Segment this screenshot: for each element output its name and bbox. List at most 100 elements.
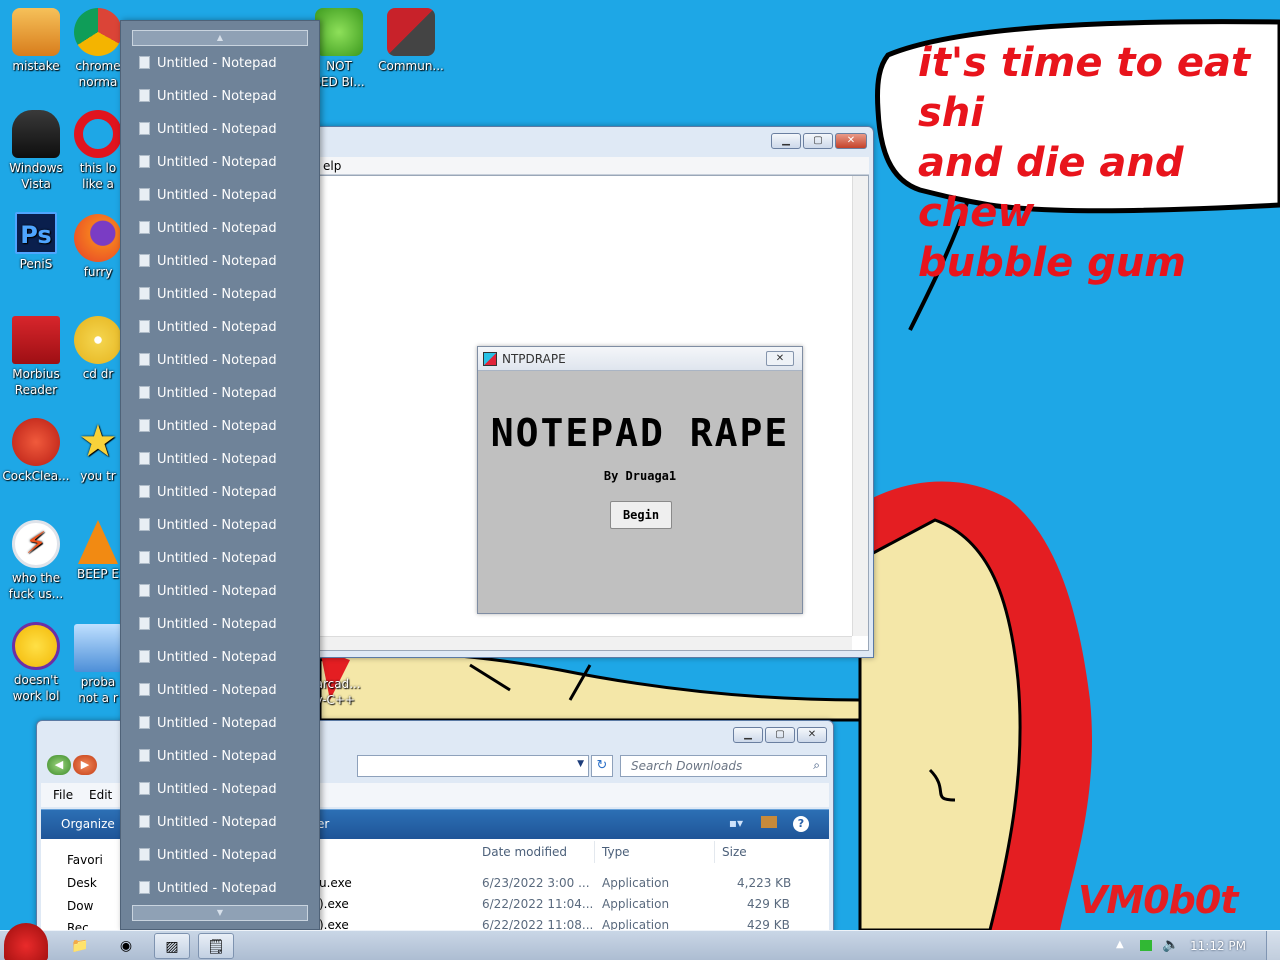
window-list-item-label: Untitled - Notepad	[157, 650, 277, 665]
window-list-item[interactable]: Untitled - Notepad	[139, 515, 277, 537]
window-list-item[interactable]: Untitled - Notepad	[139, 548, 277, 570]
window-list-item[interactable]: Untitled - Notepad	[139, 647, 277, 669]
desktop-icon-installer[interactable]: proba not a r	[68, 624, 128, 706]
window-list-item-label: Untitled - Notepad	[157, 155, 277, 170]
window-list-item[interactable]: Untitled - Notepad	[139, 581, 277, 603]
column-header-type[interactable]: Type	[602, 845, 630, 859]
desktop-icon-star[interactable]: ★ you tr	[68, 418, 128, 484]
window-list-item[interactable]: Untitled - Notepad	[139, 383, 277, 405]
ntpdrape-icon[interactable]: ▨	[154, 933, 190, 959]
desktop-icon-chrome[interactable]: chrome norma	[68, 8, 128, 90]
menu-file[interactable]: File	[53, 788, 73, 802]
notepad-icon[interactable]: 🗒	[198, 933, 234, 959]
yahoo-messenger-icon	[12, 622, 60, 670]
file-row[interactable]: u.exe 6/23/2022 3:00 ... Application 4,2…	[319, 873, 829, 893]
window-list-item[interactable]: Untitled - Notepad	[139, 614, 277, 636]
window-list-item[interactable]: Untitled - Notepad	[139, 746, 277, 768]
firefox-icon	[74, 214, 122, 262]
tree-item-desktop[interactable]: Desk	[67, 876, 97, 890]
window-list-item[interactable]: Untitled - Notepad	[139, 53, 277, 75]
window-list-item[interactable]: Untitled - Notepad	[139, 416, 277, 438]
refresh-icon[interactable]: ↻	[591, 755, 613, 777]
organize-button[interactable]: Organize	[61, 817, 115, 831]
desktop-icon-firefox[interactable]: furry	[68, 214, 128, 280]
desktop-icon-lightning[interactable]: ⚡ who the fuck us...	[0, 520, 72, 602]
desktop-icon-ccleaner[interactable]: CockClea...	[0, 418, 72, 484]
forward-button[interactable]: ▶	[73, 755, 97, 775]
column-header-date[interactable]: Date modified	[482, 845, 567, 859]
window-list-item[interactable]: Untitled - Notepad	[139, 350, 277, 372]
angry-bird-start-icon[interactable]	[4, 923, 48, 960]
volume-icon[interactable]: 🔈	[1162, 937, 1179, 953]
desktop-icon-yahoo[interactable]: doesn't work lol	[0, 622, 72, 704]
close-button[interactable]: ✕	[766, 351, 794, 366]
maximize-button[interactable]: ▢	[803, 133, 833, 149]
window-list-item-label: Untitled - Notepad	[157, 749, 277, 764]
file-row[interactable]: ).exe 6/22/2022 11:04... Application 429…	[319, 894, 829, 914]
scroll-down-button[interactable]: ▼	[132, 905, 308, 921]
desktop-icon-cd-drive[interactable]: cd dr	[68, 316, 128, 382]
close-button[interactable]: ✕	[835, 133, 867, 149]
scroll-up-button[interactable]: ▲	[132, 30, 308, 46]
explorer-icon[interactable]: 📁	[62, 933, 98, 959]
minimize-button[interactable]: ▁	[733, 727, 763, 743]
window-list-item[interactable]: Untitled - Notepad	[139, 152, 277, 174]
address-bar[interactable]: ▼	[357, 755, 589, 777]
menu-help[interactable]: elp	[323, 159, 341, 173]
window-list-item-label: Untitled - Notepad	[157, 254, 277, 269]
show-hidden-icons-icon[interactable]: ▲	[1116, 939, 1124, 950]
window-list-item-label: Untitled - Notepad	[157, 221, 277, 236]
window-list-item[interactable]: Untitled - Notepad	[139, 317, 277, 339]
tree-item-downloads[interactable]: Dow	[67, 899, 93, 913]
window-list-item[interactable]: Untitled - Notepad	[139, 86, 277, 108]
help-icon[interactable]: ?	[793, 816, 809, 832]
menu-edit[interactable]: Edit	[89, 788, 112, 802]
chrome-icon[interactable]: ◉	[108, 933, 144, 959]
search-icon[interactable]: ⌕	[813, 758, 820, 773]
desktop-icon-opera[interactable]: this lo like a	[68, 110, 128, 192]
desktop-icon-morbius-reader[interactable]: Morbius Reader	[0, 316, 72, 398]
search-input[interactable]: Search Downloads ⌕	[620, 755, 827, 777]
back-button[interactable]: ◀	[47, 755, 71, 775]
views-icon[interactable]: ▪▾	[729, 816, 743, 830]
window-list-item[interactable]: Untitled - Notepad	[139, 845, 277, 867]
photoshop-icon: Ps	[15, 212, 57, 254]
maximize-button[interactable]: ▢	[765, 727, 795, 743]
desktop-icon-vlc[interactable]: BEEP E	[68, 520, 128, 582]
window-list-item[interactable]: Untitled - Notepad	[139, 680, 277, 702]
notepad-icon	[139, 716, 150, 729]
desktop-icon-mistake[interactable]: mistake	[0, 8, 72, 74]
window-list-item[interactable]: Untitled - Notepad	[139, 449, 277, 471]
notepad-icon	[139, 782, 150, 795]
clock[interactable]: 11:12 PM	[1190, 939, 1246, 953]
horizontal-scrollbar[interactable]	[268, 636, 852, 650]
window-list-item[interactable]: Untitled - Notepad	[139, 251, 277, 273]
desktop-icon-community[interactable]: Commun...	[375, 8, 447, 74]
column-header-size[interactable]: Size	[722, 845, 747, 859]
window-list-item[interactable]: Untitled - Notepad	[139, 119, 277, 141]
window-list-item[interactable]: Untitled - Notepad	[139, 218, 277, 240]
show-desktop-button[interactable]	[1266, 931, 1280, 960]
window-list-item[interactable]: Untitled - Notepad	[139, 482, 277, 504]
window-list-item[interactable]: Untitled - Notepad	[139, 713, 277, 735]
window-list-item[interactable]: Untitled - Notepad	[139, 878, 277, 900]
desktop-icon-windows-vista[interactable]: Windows Vista	[0, 110, 72, 192]
close-button[interactable]: ✕	[797, 727, 827, 743]
star-icon: ★	[78, 416, 118, 467]
begin-button[interactable]: Begin	[610, 501, 672, 529]
vertical-scrollbar[interactable]	[852, 176, 868, 636]
file-type: Application	[602, 876, 670, 890]
window-list-item[interactable]: Untitled - Notepad	[139, 812, 277, 834]
dialog-byline: By Druaga1	[603, 469, 677, 483]
minimize-button[interactable]: ▁	[771, 133, 801, 149]
tree-item-favorites[interactable]: Favori	[67, 853, 103, 867]
window-list-item-label: Untitled - Notepad	[157, 815, 277, 830]
window-list-item[interactable]: Untitled - Notepad	[139, 185, 277, 207]
window-list-item[interactable]: Untitled - Notepad	[139, 779, 277, 801]
chevron-down-icon[interactable]: ▼	[577, 759, 584, 769]
preview-pane-icon[interactable]	[761, 816, 777, 828]
window-list-item[interactable]: Untitled - Notepad	[139, 284, 277, 306]
desktop-icon-photoshop[interactable]: Ps PeniS	[0, 212, 72, 272]
network-icon[interactable]	[1140, 940, 1152, 951]
notepad-icon	[139, 419, 150, 432]
